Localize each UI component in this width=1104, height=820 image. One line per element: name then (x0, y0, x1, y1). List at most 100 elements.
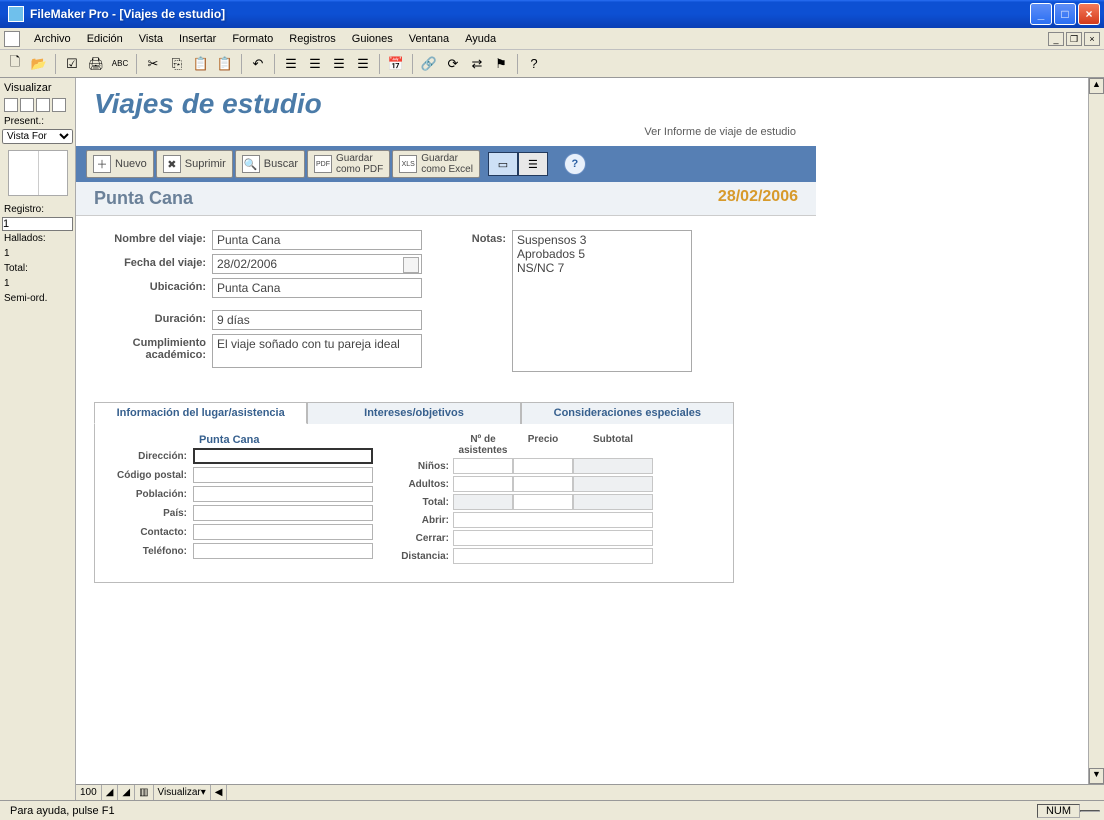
sub-restore-button[interactable]: ❐ (1066, 32, 1082, 46)
menu-vista[interactable]: Vista (131, 31, 171, 47)
poblacion-field[interactable] (193, 486, 373, 502)
link-icon[interactable]: 🔗 (418, 53, 440, 75)
refresh-icon[interactable]: ⟳ (442, 53, 464, 75)
guardar-pdf-button[interactable]: PDFGuardarcomo PDF (307, 150, 390, 178)
view-list-button[interactable]: ☰ (518, 152, 548, 176)
checkbox-icon[interactable]: ☑ (61, 53, 83, 75)
poblacion-label: Población: (107, 486, 193, 502)
zoom-in-icon[interactable]: ◢ (118, 785, 135, 800)
mode-browse-icon[interactable] (4, 98, 18, 112)
present-label: Present.: (2, 114, 73, 129)
tab-consideraciones[interactable]: Consideraciones especiales (521, 402, 734, 424)
help-button[interactable]: ? (564, 153, 586, 175)
records-icon-1[interactable]: ☰ (280, 53, 302, 75)
contacto-field[interactable] (193, 524, 373, 540)
copy-icon[interactable]: ⎘ (166, 53, 188, 75)
suprimir-button[interactable]: ✖Suprimir (156, 150, 233, 178)
vertical-scrollbar[interactable]: ▲ ▼ (1088, 78, 1104, 784)
sub-minimize-button[interactable]: _ (1048, 32, 1064, 46)
open-icon[interactable]: 📂 (28, 53, 50, 75)
records-icon-2[interactable]: ☰ (304, 53, 326, 75)
telefono-field[interactable] (193, 543, 373, 559)
book-navigator[interactable] (8, 150, 68, 196)
menu-archivo[interactable]: Archivo (26, 31, 79, 47)
menu-guiones[interactable]: Guiones (344, 31, 401, 47)
scroll-left-icon[interactable]: ◀ (211, 785, 228, 800)
cp-field[interactable] (193, 467, 373, 483)
total-value: 1 (2, 276, 73, 291)
mode-preview-icon[interactable] (52, 98, 66, 112)
ubicacion-field[interactable]: Punta Cana (212, 278, 422, 298)
records-icon-3[interactable]: ☰ (328, 53, 350, 75)
adultos-precio[interactable] (513, 476, 573, 492)
mode-layout-icon[interactable] (36, 98, 50, 112)
pais-field[interactable] (193, 505, 373, 521)
mode-find-icon[interactable] (20, 98, 34, 112)
view-form-button[interactable]: ▭ (488, 152, 518, 176)
help-icon[interactable]: ? (523, 53, 545, 75)
print-icon[interactable]: 🖨 (85, 53, 107, 75)
menu-edicion[interactable]: Edición (79, 31, 131, 47)
maximize-button[interactable]: □ (1054, 3, 1076, 25)
distancia-field[interactable] (453, 548, 653, 564)
close-button[interactable]: × (1078, 3, 1100, 25)
contacto-label: Contacto: (107, 524, 193, 540)
nuevo-button[interactable]: ＋Nuevo (86, 150, 154, 178)
adultos-asist[interactable] (453, 476, 513, 492)
zoom-value[interactable]: 100 (76, 785, 102, 800)
cerrar-field[interactable] (453, 530, 653, 546)
zoom-out-icon[interactable]: ◢ (102, 785, 119, 800)
window-title: FileMaker Pro - [Viajes de estudio] (28, 7, 1030, 21)
fecha-field[interactable]: 28/02/2006 (212, 254, 422, 274)
calendar-icon[interactable]: 📅 (385, 53, 407, 75)
scroll-down-icon[interactable]: ▼ (1089, 768, 1104, 784)
mode-indicator[interactable]: Visualizar (158, 787, 201, 798)
paste-icon[interactable]: 📋 (190, 53, 212, 75)
guardar-excel-button[interactable]: XLSGuardarcomo Excel (392, 150, 480, 178)
menu-insertar[interactable]: Insertar (171, 31, 224, 47)
paste-special-icon[interactable]: 📋 (214, 53, 236, 75)
tab-intereses[interactable]: Intereses/objetivos (307, 402, 520, 424)
direccion-field[interactable] (193, 448, 373, 464)
spell-icon[interactable]: ABC (109, 53, 131, 75)
record-number-input[interactable] (2, 217, 73, 231)
cp-label: Código postal: (107, 467, 193, 483)
duracion-field[interactable]: 9 días (212, 310, 422, 330)
cumplimiento-field[interactable]: El viaje soñado con tu pareja ideal (212, 334, 422, 368)
toggle-sidebar-icon[interactable]: ▥ (135, 785, 153, 800)
menu-ayuda[interactable]: Ayuda (457, 31, 504, 47)
flag-icon[interactable]: ⚑ (490, 53, 512, 75)
menu-formato[interactable]: Formato (224, 31, 281, 47)
registro-label: Registro: (2, 202, 73, 217)
abrir-field[interactable] (453, 512, 653, 528)
new-doc-icon[interactable]: 🗋 (4, 53, 26, 75)
cut-icon[interactable]: ✂ (142, 53, 164, 75)
records-icon-4[interactable]: ☰ (352, 53, 374, 75)
sidebar-title: Visualizar (2, 80, 73, 96)
plus-icon: ＋ (93, 155, 111, 173)
duracion-label: Duración: (94, 310, 212, 330)
undo-icon[interactable]: ↶ (247, 53, 269, 75)
scroll-up-icon[interactable]: ▲ (1089, 78, 1104, 94)
layout-select[interactable]: Vista For (2, 129, 73, 144)
sub-close-button[interactable]: × (1084, 32, 1100, 46)
sync-icon[interactable]: ⇄ (466, 53, 488, 75)
tab-informacion[interactable]: Información del lugar/asistencia (94, 402, 307, 424)
menu-registros[interactable]: Registros (281, 31, 343, 47)
menu-bar: Archivo Edición Vista Insertar Formato R… (0, 28, 1104, 50)
nombre-field[interactable]: Punta Cana (212, 230, 422, 250)
ninos-asist[interactable] (453, 458, 513, 474)
ninos-precio[interactable] (513, 458, 573, 474)
nombre-label: Nombre del viaje: (94, 230, 212, 250)
notas-field[interactable]: Suspensos 3 Aprobados 5 NS/NC 7 (512, 230, 692, 372)
status-sidebar: Visualizar Present.: Vista For Registro:… (0, 78, 76, 800)
delete-icon: ✖ (163, 155, 181, 173)
menu-ventana[interactable]: Ventana (401, 31, 457, 47)
report-link[interactable]: Ver Informe de viaje de estudio (76, 124, 816, 146)
minimize-button[interactable]: _ (1030, 3, 1052, 25)
direccion-label: Dirección: (107, 448, 193, 464)
buscar-button[interactable]: 🔍Buscar (235, 150, 305, 178)
record-header: Punta Cana 28/02/2006 (76, 182, 816, 216)
hallados-value: 1 (2, 246, 73, 261)
search-icon: 🔍 (242, 155, 260, 173)
